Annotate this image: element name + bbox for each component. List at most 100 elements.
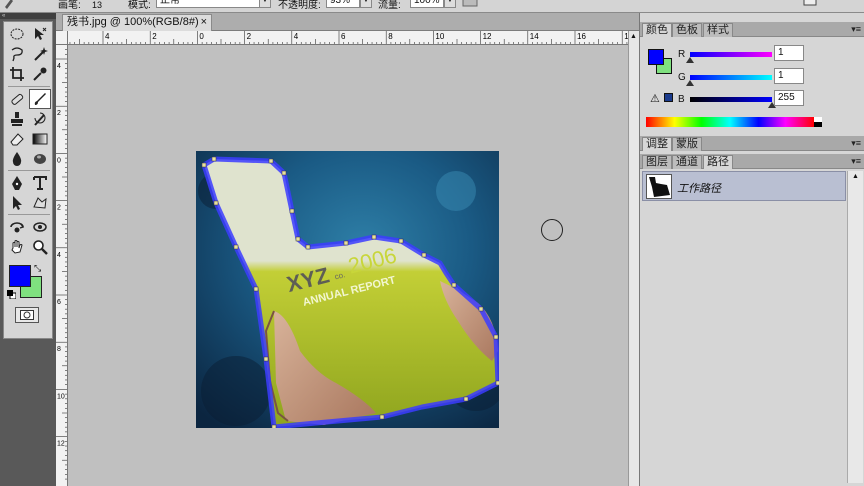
history-brush-tool-icon[interactable] (29, 109, 51, 129)
book-photo[interactable]: XYZ co. 2006 ANNUAL REPORT (196, 151, 499, 428)
ruler-v-label: 2 (57, 110, 61, 117)
ruler-h-label: 4 (294, 32, 299, 41)
document-canvas[interactable]: XYZ co. 2006 ANNUAL REPORT (68, 45, 628, 486)
tab-color[interactable]: 颜色 (642, 23, 672, 37)
panel-menu-icon[interactable]: ▾≡ (851, 138, 861, 149)
clone-stamp-tool-icon[interactable] (6, 109, 28, 129)
color-panel-fg-swatch[interactable] (648, 49, 664, 65)
ruler-h-label: 6 (341, 32, 346, 41)
opacity-label: 不透明度: (278, 0, 321, 11)
ruler-v-label: 4 (57, 63, 61, 70)
ruler-h-label: 10 (435, 32, 444, 41)
path-selection-tool-icon[interactable] (6, 193, 28, 213)
crop-tool-icon[interactable] (6, 64, 28, 84)
tab-paths[interactable]: 路径 (703, 155, 733, 169)
ruler-origin[interactable] (56, 31, 68, 45)
brush-cursor (541, 219, 563, 241)
pen-tool-icon[interactable] (6, 173, 28, 193)
custom-shape-tool-icon[interactable] (29, 193, 51, 213)
g-slider[interactable] (690, 75, 772, 80)
zoom-tool-icon[interactable] (29, 237, 51, 257)
document-tab-title: 残书.jpg @ 100%(RGB/8#) (67, 16, 199, 28)
marquee-tool-icon[interactable] (6, 24, 28, 44)
paths-panel-scrollbar[interactable]: ▲ (847, 171, 863, 483)
ruler-v-label: 12 (57, 441, 65, 448)
g-slider-thumb[interactable] (686, 80, 694, 86)
3d-orbit-tool-icon[interactable] (29, 217, 51, 237)
ruler-h-label: 0 (199, 32, 204, 41)
horizontal-ruler[interactable]: 4202468101214161820 (56, 31, 628, 45)
tools-panel-collapse-icon[interactable]: « (0, 13, 56, 19)
3d-rotate-tool-icon[interactable] (6, 217, 28, 237)
out-of-gamut-warning-icon[interactable]: ⚠ (650, 92, 660, 105)
b-label: B (678, 94, 685, 105)
move-tool-icon[interactable] (29, 24, 51, 44)
airbrush-icon[interactable] (462, 0, 478, 8)
quick-mask-icon[interactable] (15, 307, 39, 323)
ruler-v-label: 2 (57, 205, 61, 212)
brush-size[interactable]: 13 (92, 0, 102, 10)
ruler-v-label: 6 (57, 299, 61, 306)
b-value-field[interactable]: 255 (774, 90, 804, 106)
foreground-color-swatch[interactable] (9, 265, 31, 287)
adjust-panel-tabs: 调整 蒙版 ▾≡ (640, 136, 864, 151)
gamut-color-swatch[interactable] (664, 93, 673, 102)
mode-dropdown-arrow-icon[interactable]: ▼ (259, 0, 271, 8)
right-panel-dock: 颜色 色板 样式 ▾≡ R 1 G 1 ⚠ B 255 调整 蒙版 ▾≡ 图层 … (639, 13, 864, 486)
dodge-tool-icon[interactable] (29, 149, 51, 169)
flow-slider-arrow-icon[interactable]: ▼ (444, 0, 456, 8)
eyedropper-tool-icon[interactable] (29, 64, 51, 84)
tab-styles[interactable]: 样式 (703, 23, 733, 37)
ruler-h-label: 14 (530, 32, 539, 41)
ruler-h-label: 2 (152, 32, 157, 41)
default-colors-icon[interactable] (7, 290, 17, 300)
ruler-h-label: 16 (577, 32, 586, 41)
gradient-tool-icon[interactable] (29, 129, 51, 149)
close-icon[interactable]: × (201, 15, 207, 30)
opacity-slider-arrow-icon[interactable]: ▼ (360, 0, 372, 8)
panel-menu-icon[interactable]: ▾≡ (851, 24, 861, 35)
document-tab-bar: 残书.jpg @ 100%(RGB/8#) × (56, 13, 639, 31)
tools-panel: « ⤡ (0, 13, 56, 486)
tablet-pressure-icon[interactable] (802, 0, 818, 8)
r-value-field[interactable]: 1 (774, 45, 804, 61)
ruler-h-label: 12 (483, 32, 492, 41)
color-spectrum-bar[interactable] (646, 117, 822, 127)
b-slider[interactable] (690, 97, 772, 102)
tab-swatches[interactable]: 色板 (672, 23, 702, 37)
panel-menu-icon[interactable]: ▾≡ (851, 156, 861, 167)
g-value-field[interactable]: 1 (774, 68, 804, 84)
healing-brush-tool-icon[interactable] (6, 89, 28, 109)
path-name: 工作路径 (677, 183, 721, 195)
options-bar: 画笔: 13 模式: 正常 ▼ 不透明度: 93% ▼ 流量: 100% ▼ (0, 0, 864, 13)
tab-channels[interactable]: 通道 (672, 155, 702, 169)
type-tool-icon[interactable] (29, 173, 51, 193)
tab-layers[interactable]: 图层 (642, 155, 672, 169)
hand-tool-icon[interactable] (6, 237, 28, 257)
swap-colors-icon[interactable]: ⤡ (34, 263, 41, 274)
g-label: G (678, 72, 686, 83)
path-list-item[interactable]: 工作路径 (642, 171, 846, 201)
tab-masks[interactable]: 蒙版 (672, 137, 702, 151)
canvas-vertical-scrollbar[interactable]: ▲ (628, 31, 639, 486)
ruler-v-label: 0 (57, 157, 61, 164)
eraser-tool-icon[interactable] (6, 129, 28, 149)
mode-dropdown[interactable]: 正常 (156, 0, 260, 8)
r-slider[interactable] (690, 52, 772, 57)
blur-tool-icon[interactable] (6, 149, 28, 169)
lasso-tool-icon[interactable] (6, 44, 28, 64)
brush-tool-icon[interactable] (29, 89, 51, 109)
flow-field[interactable]: 100% (410, 0, 444, 8)
opacity-field[interactable]: 93% (326, 0, 360, 8)
scroll-up-icon[interactable]: ▲ (852, 173, 859, 180)
document-tab[interactable]: 残书.jpg @ 100%(RGB/8#) × (62, 14, 212, 31)
brush-preset-icon[interactable] (2, 0, 16, 12)
vertical-ruler[interactable]: 4 2 0 2 4 6 8 10 12 (56, 45, 68, 486)
r-slider-thumb[interactable] (686, 57, 694, 63)
magic-wand-tool-icon[interactable] (29, 44, 51, 64)
ruler-v-label: 10 (57, 393, 65, 400)
r-label: R (678, 49, 686, 60)
tab-adjustments[interactable]: 调整 (642, 137, 672, 151)
path-thumbnail (646, 174, 672, 199)
scroll-up-icon[interactable]: ▲ (630, 33, 637, 40)
